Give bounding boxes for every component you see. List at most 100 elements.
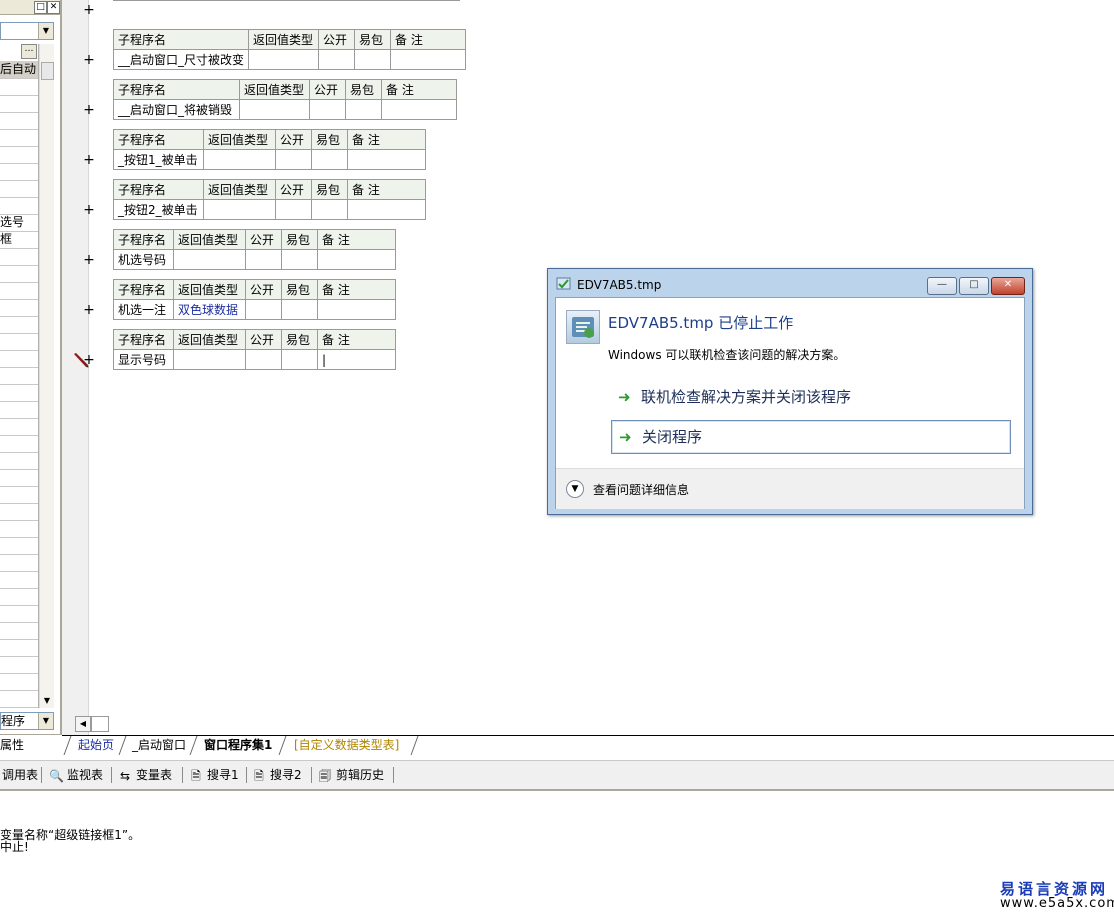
property-row[interactable] bbox=[0, 78, 38, 96]
procedure-cell-easy[interactable] bbox=[311, 149, 348, 170]
procedure-cell-name[interactable]: _按钮2_被单击 bbox=[113, 199, 204, 220]
panel-maximize-button[interactable]: □ bbox=[34, 1, 47, 14]
view-problem-details-link[interactable]: 查看问题详细信息 bbox=[593, 481, 689, 498]
property-row[interactable] bbox=[0, 571, 38, 589]
scroll-left-icon[interactable]: ◀ bbox=[75, 716, 91, 732]
property-row[interactable] bbox=[0, 418, 38, 436]
property-row[interactable] bbox=[0, 588, 38, 606]
procedure-cell-pub[interactable] bbox=[309, 99, 346, 120]
dialog-titlebar[interactable]: EDV7AB5.tmp — □ ✕ bbox=[548, 269, 1032, 297]
procedure-table[interactable]: 子程序名 返回值类型 公开 易包备 注显示号码 | bbox=[113, 329, 396, 370]
chevron-down-circle-icon[interactable]: ▼ bbox=[566, 480, 584, 498]
property-row[interactable] bbox=[0, 265, 38, 283]
chevron-down-icon[interactable]: ▼ bbox=[38, 713, 53, 729]
procedure-cell-ret[interactable] bbox=[203, 199, 276, 220]
maximize-button[interactable]: □ bbox=[959, 277, 989, 295]
property-row[interactable] bbox=[0, 435, 38, 453]
procedure-table[interactable]: 子程序名 返回值类型 公开 易包备 注 _按钮1_被单击 bbox=[113, 129, 426, 170]
property-row[interactable] bbox=[0, 639, 38, 657]
procedure-cell-easy[interactable] bbox=[281, 249, 318, 270]
toolbar-item-0[interactable]: 调用表 bbox=[2, 765, 38, 785]
property-row[interactable] bbox=[0, 197, 38, 215]
tab-1[interactable]: _启动窗口 bbox=[124, 736, 194, 755]
property-row[interactable] bbox=[0, 316, 38, 334]
property-row[interactable] bbox=[0, 486, 38, 504]
scrollbar-thumb[interactable] bbox=[41, 62, 54, 80]
tab-0[interactable]: 起始页 bbox=[70, 736, 122, 755]
tab-properties[interactable]: 属性 bbox=[0, 734, 62, 755]
toolbar-item-4[interactable]: 🗎 搜寻2 bbox=[252, 765, 301, 785]
procedure-row[interactable]: _按钮1_被单击 bbox=[113, 149, 426, 170]
property-row[interactable] bbox=[0, 401, 38, 419]
procedure-table[interactable]: 子程序名 返回值类型 公开 易包备 注机选一注 双色球数据 bbox=[113, 279, 396, 320]
procedure-cell-name[interactable]: __启动窗口_创建完毕 bbox=[113, 0, 240, 1]
property-row[interactable] bbox=[0, 367, 38, 385]
procedure-cell-easy[interactable] bbox=[281, 299, 318, 320]
toolbar-item-5[interactable]: 🗐 剪辑历史 bbox=[318, 765, 384, 785]
property-row[interactable] bbox=[0, 282, 38, 300]
procedure-row[interactable]: 机选一注 双色球数据 bbox=[113, 299, 396, 320]
procedure-cell-name[interactable]: 机选一注 bbox=[113, 299, 174, 320]
chevron-down-icon[interactable]: ▼ bbox=[38, 23, 53, 39]
property-row[interactable] bbox=[0, 503, 38, 521]
procedure-row[interactable]: __启动窗口_尺寸被改变 bbox=[112, 49, 467, 70]
property-row[interactable] bbox=[0, 605, 38, 623]
property-row[interactable] bbox=[0, 333, 38, 351]
minimize-button[interactable]: — bbox=[927, 277, 957, 295]
procedure-cell-name[interactable]: _按钮1_被单击 bbox=[113, 149, 204, 170]
expand-plus-icon[interactable]: + bbox=[82, 303, 96, 317]
procedure-cell-name[interactable]: __启动窗口_将被销毁 bbox=[113, 99, 240, 120]
procedure-cell-easy[interactable] bbox=[281, 349, 318, 370]
procedure-table[interactable]: 子程序名 返回值类型 公开 易包备 注 _按钮2_被单击 bbox=[113, 179, 426, 220]
object-selector-combo[interactable]: ▼ bbox=[0, 22, 54, 40]
expand-plus-icon[interactable]: + bbox=[82, 103, 96, 117]
property-row[interactable] bbox=[0, 656, 38, 674]
procedure-cell-name[interactable]: 显示号码 bbox=[113, 349, 174, 370]
procedure-table[interactable]: 子程序名 返回值类型 公开 易包备 注 __启动窗口_尺寸被改变 bbox=[112, 29, 467, 70]
close-button[interactable]: ✕ bbox=[991, 277, 1025, 295]
procedure-cell-ret[interactable] bbox=[239, 99, 310, 120]
procedure-cell-note[interactable] bbox=[317, 249, 396, 270]
property-row[interactable] bbox=[0, 622, 38, 640]
procedure-cell-pub[interactable] bbox=[309, 0, 346, 1]
procedure-cell-easy[interactable] bbox=[311, 199, 348, 220]
check-online-solution-button[interactable]: ➜ 联机检查解决方案并关闭该程序 bbox=[611, 381, 1009, 413]
procedure-table[interactable]: 子程序名 返回值类型 公开 易包备 注 __启动窗口_将被销毁 bbox=[113, 79, 457, 120]
procedure-cell-ret[interactable] bbox=[173, 249, 246, 270]
procedure-cell-pub[interactable] bbox=[245, 349, 282, 370]
procedure-table[interactable]: 子程序名 返回值类型 公开 易包备 注机选号码 bbox=[113, 229, 396, 270]
procedure-cell-note[interactable] bbox=[347, 149, 426, 170]
procedure-cell-note[interactable] bbox=[347, 199, 426, 220]
procedure-cell-note[interactable] bbox=[317, 299, 396, 320]
procedure-cell-pub[interactable] bbox=[275, 149, 312, 170]
procedure-cell-pub[interactable] bbox=[245, 299, 282, 320]
toolbar-item-1[interactable]: 🔍 监视表 bbox=[49, 765, 103, 785]
procedure-cell-pub[interactable] bbox=[245, 249, 282, 270]
panel-close-button[interactable]: ✕ bbox=[47, 1, 60, 14]
procedure-cell-pub[interactable] bbox=[318, 49, 356, 70]
expand-plus-icon[interactable]: + bbox=[82, 153, 96, 167]
property-row[interactable] bbox=[0, 95, 38, 113]
property-row[interactable]: 后自动 bbox=[0, 61, 38, 79]
toolbar-item-3[interactable]: 🗎 搜寻1 bbox=[189, 765, 238, 785]
procedure-row[interactable]: 机选号码 bbox=[113, 249, 396, 270]
property-row[interactable] bbox=[0, 129, 38, 147]
procedure-cell-note[interactable] bbox=[381, 0, 460, 1]
property-row[interactable]: 框 bbox=[0, 231, 38, 249]
procedure-cell-pub[interactable] bbox=[275, 199, 312, 220]
property-row[interactable] bbox=[0, 554, 38, 572]
procedure-cell-easy[interactable] bbox=[354, 49, 392, 70]
property-row[interactable] bbox=[0, 520, 38, 538]
expand-plus-icon[interactable]: + bbox=[82, 353, 96, 367]
property-row[interactable] bbox=[0, 384, 38, 402]
procedure-cell-ret[interactable] bbox=[203, 149, 276, 170]
property-ellipsis-button[interactable]: … bbox=[21, 44, 37, 59]
horizontal-scrollbar-thumb[interactable] bbox=[91, 716, 109, 732]
procedure-cell-note[interactable] bbox=[381, 99, 457, 120]
property-row[interactable] bbox=[0, 248, 38, 266]
property-scrollbar[interactable]: ▼ bbox=[39, 44, 54, 708]
toolbar-item-2[interactable]: ⇆ 变量表 bbox=[118, 765, 172, 785]
scroll-down-icon[interactable]: ▼ bbox=[40, 694, 54, 708]
procedure-cell-name[interactable]: 机选号码 bbox=[113, 249, 174, 270]
procedure-row[interactable]: 显示号码 | bbox=[113, 349, 396, 370]
